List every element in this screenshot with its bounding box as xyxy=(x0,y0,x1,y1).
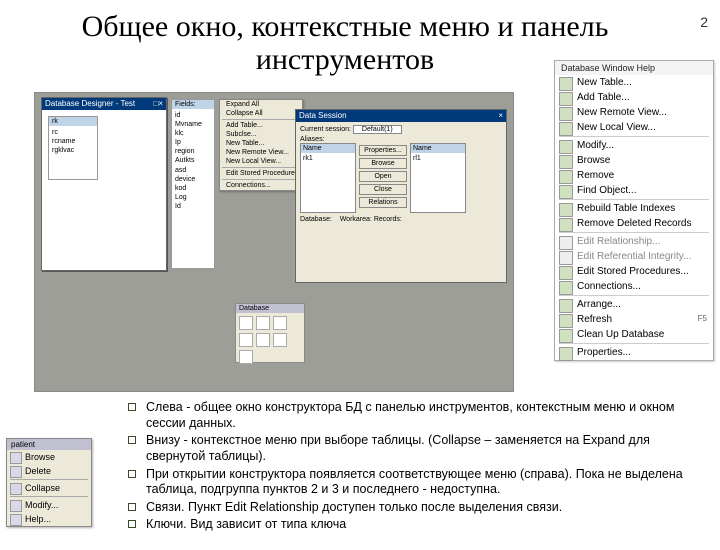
ctx-item[interactable]: New Remote View... xyxy=(220,148,302,157)
menu-stored-procs[interactable]: Edit Stored Procedures... xyxy=(555,264,713,279)
toolbar-icon[interactable] xyxy=(256,333,270,347)
page-number: 2 xyxy=(700,14,708,30)
ctx-item[interactable]: Collapse All xyxy=(220,109,302,118)
bullet-icon xyxy=(128,503,136,511)
menu-remove[interactable]: Remove xyxy=(555,168,713,183)
table-header: rk xyxy=(49,117,97,126)
mini-help[interactable]: Help... xyxy=(7,512,91,526)
designer-title: Database Designer - Test xyxy=(45,99,135,109)
menu-browse[interactable]: Browse xyxy=(555,153,713,168)
current-session-label: Current session: xyxy=(300,126,351,133)
designer-titlebar: Database Designer - Test □× xyxy=(42,98,166,110)
ctx-item[interactable]: Subclse... xyxy=(220,130,302,139)
database-label: Database: xyxy=(300,216,332,223)
aliases-list-right[interactable]: Name rl1 xyxy=(410,143,466,213)
table-mini-context-menu: patient Browse Delete Collapse Modify...… xyxy=(6,438,92,527)
menu-add-table[interactable]: Add Table... xyxy=(555,90,713,105)
menu-properties[interactable]: Properties... xyxy=(555,345,713,360)
bullet-item: При открытии конструктора появляется соо… xyxy=(128,467,688,498)
relations-button[interactable]: Relations xyxy=(359,197,407,208)
menu-find-object[interactable]: Find Object... xyxy=(555,183,713,198)
bullet-icon xyxy=(128,403,136,411)
fields-panel[interactable]: Fields: id Mvname klc Ip region Autkts a… xyxy=(171,99,215,269)
table-fields: rc rcname rgklvac xyxy=(49,126,97,157)
open-button[interactable]: Open xyxy=(359,171,407,182)
screenshot-composite: Database Designer - Test □× rk rc rcname… xyxy=(34,92,514,392)
ctx-item[interactable]: New Local View... xyxy=(220,157,302,166)
database-toolbar: Database xyxy=(235,303,305,363)
database-menu: Database Window Help New Table... Add Ta… xyxy=(554,60,714,361)
toolbar-icon[interactable] xyxy=(239,333,253,347)
bullet-icon xyxy=(128,436,136,444)
toolbar-icon[interactable] xyxy=(256,316,270,330)
menu-edit-ref-integrity: Edit Referential Integrity... xyxy=(555,249,713,264)
ctx-item[interactable]: Connections... xyxy=(220,181,302,190)
menu-refresh[interactable]: RefreshF5 xyxy=(555,312,713,327)
bullet-item: Связи. Пункт Edit Relationship доступен … xyxy=(128,500,688,516)
aliases-list-left[interactable]: Name rk1 xyxy=(300,143,356,213)
data-session-window: Data Session × Current session: Default(… xyxy=(295,109,507,283)
mini-delete[interactable]: Delete xyxy=(7,464,91,478)
menu-connections[interactable]: Connections... xyxy=(555,279,713,294)
bullet-item: Ключи. Вид зависит от типа ключа xyxy=(128,517,688,533)
ctx-item[interactable]: Edit Stored Procedures... xyxy=(220,169,302,178)
menu-edit-relationship: Edit Relationship... xyxy=(555,234,713,249)
mini-modify[interactable]: Modify... xyxy=(7,498,91,512)
table-panel-rk[interactable]: rk rc rcname rgklvac xyxy=(48,116,98,180)
session-titlebar: Data Session × xyxy=(296,110,506,122)
bullet-icon xyxy=(128,470,136,478)
menu-arrange[interactable]: Arrange... xyxy=(555,297,713,312)
ctx-item[interactable]: Expand All xyxy=(220,100,302,109)
bullet-list: Слева - общее окно конструктора БД с пан… xyxy=(128,400,688,535)
session-title: Data Session xyxy=(299,111,347,121)
toolbar-title: Database xyxy=(236,304,304,313)
mini-menu-title: patient xyxy=(7,439,91,450)
toolbar-icon[interactable] xyxy=(239,350,253,364)
fields-list: id Mvname klc Ip region Autkts asd devic… xyxy=(172,109,214,213)
menu-new-table[interactable]: New Table... xyxy=(555,75,713,90)
menubar-header: Database Window Help xyxy=(555,61,713,75)
ctx-item[interactable]: New Table... xyxy=(220,139,302,148)
toolbar-icon[interactable] xyxy=(239,316,253,330)
menu-new-local-view[interactable]: New Local View... xyxy=(555,120,713,135)
window-controls-icon[interactable]: □× xyxy=(153,99,163,109)
toolbar-icon[interactable] xyxy=(273,316,287,330)
browse-button[interactable]: Browse xyxy=(359,158,407,169)
shortcut-label: F5 xyxy=(698,314,707,323)
mini-browse[interactable]: Browse xyxy=(7,450,91,464)
bullet-item: Внизу - контекстное меню при выборе табл… xyxy=(128,433,688,464)
menu-remove-deleted[interactable]: Remove Deleted Records xyxy=(555,216,713,231)
close-button[interactable]: Close xyxy=(359,184,407,195)
table-context-menu: Expand All Collapse All Add Table... Sub… xyxy=(219,99,303,191)
mini-collapse[interactable]: Collapse xyxy=(7,481,91,495)
records-label: Records: xyxy=(374,216,402,223)
aliases-label: Aliases: xyxy=(300,136,502,143)
bullet-icon xyxy=(128,520,136,528)
ctx-item[interactable]: Add Table... xyxy=(220,121,302,130)
close-icon[interactable]: × xyxy=(498,111,503,121)
menu-new-remote-view[interactable]: New Remote View... xyxy=(555,105,713,120)
fields-header: Fields: xyxy=(172,100,214,109)
properties-button[interactable]: Properties... xyxy=(359,145,407,156)
menu-cleanup[interactable]: Clean Up Database xyxy=(555,327,713,342)
database-designer-window: Database Designer - Test □× rk rc rcname… xyxy=(41,97,167,271)
toolbar-icon[interactable] xyxy=(273,333,287,347)
current-session-value: Default(1) xyxy=(353,125,402,134)
menu-rebuild-indexes[interactable]: Rebuild Table Indexes xyxy=(555,201,713,216)
menu-modify[interactable]: Modify... xyxy=(555,138,713,153)
workarea-label: Workarea: xyxy=(340,216,372,223)
bullet-item: Слева - общее окно конструктора БД с пан… xyxy=(128,400,688,431)
